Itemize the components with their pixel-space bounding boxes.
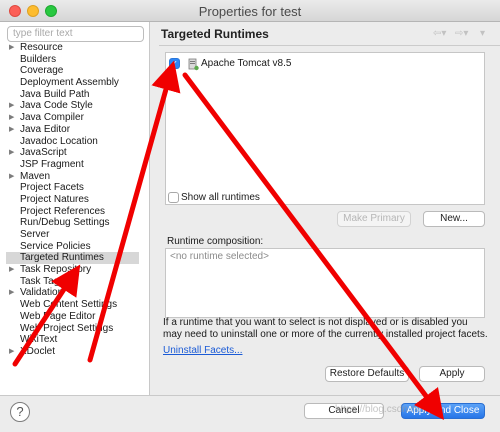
arrow-to-targeted-runtimes <box>12 264 81 367</box>
arrow-to-apply-and-close <box>182 72 445 420</box>
annotation-arrows <box>12 60 445 420</box>
arrow-to-runtime-checkbox <box>87 60 181 363</box>
